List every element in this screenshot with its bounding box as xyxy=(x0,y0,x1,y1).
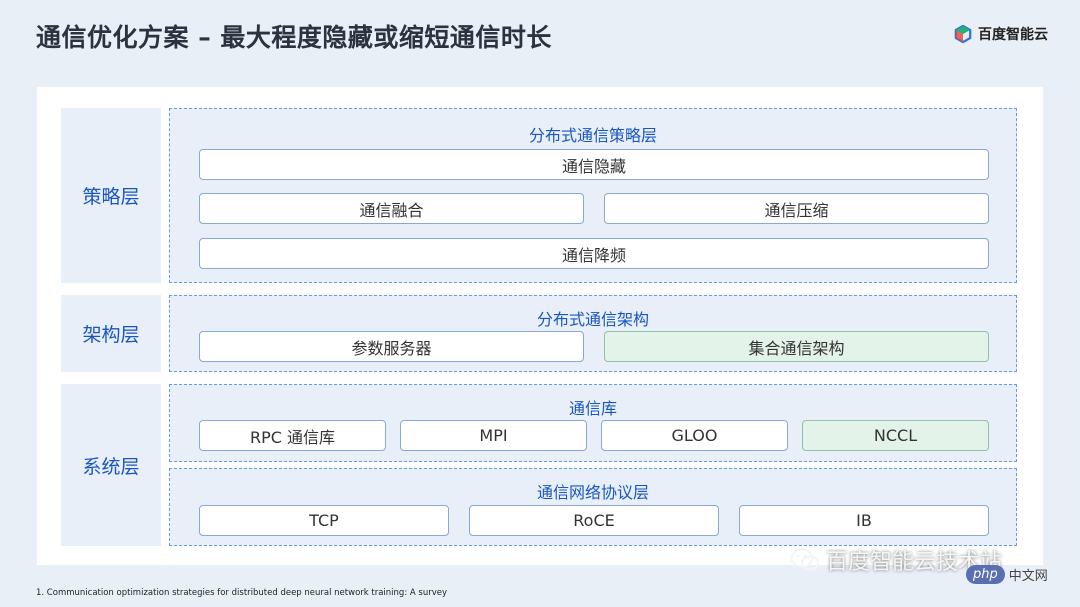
box-comm-fusion: 通信融合 xyxy=(199,193,584,224)
strategy-group-title: 分布式通信策略层 xyxy=(528,126,657,145)
php-badge: php 中文网 xyxy=(966,565,1048,584)
box-comm-hiding: 通信隐藏 xyxy=(199,149,989,180)
network-protocol-title: 通信网络协议层 xyxy=(536,483,649,502)
layer-label-architecture: 架构层 xyxy=(61,295,161,372)
architecture-diagram: 策略层 分布式通信策略层 通信隐藏 通信融合 通信压缩 通信降频 架构层 分布式… xyxy=(37,87,1043,565)
brand-name: 百度智能云 xyxy=(978,27,1048,43)
wechat-icon xyxy=(790,548,819,571)
brand-logo: 百度智能云 xyxy=(954,24,1048,44)
box-ib: IB xyxy=(739,505,989,536)
box-rpc: RPC 通信库 xyxy=(199,420,386,451)
box-nccl: NCCL xyxy=(802,420,989,451)
comm-library-group: 通信库 RPC 通信库 MPI GLOO NCCL xyxy=(169,384,1017,462)
box-roce: RoCE xyxy=(469,505,719,536)
box-comm-frequency-reduction: 通信降频 xyxy=(199,238,989,269)
cloud-cube-icon xyxy=(954,25,972,43)
layer-label-system: 系统层 xyxy=(61,384,161,546)
slide-title: 通信优化方案 – 最大程度隐藏或缩短通信时长 xyxy=(36,23,552,52)
architecture-group: 分布式通信架构 参数服务器 集合通信架构 xyxy=(169,295,1017,372)
box-collective-comm: 集合通信架构 xyxy=(604,331,989,362)
comm-library-title: 通信库 xyxy=(568,399,617,418)
box-mpi: MPI xyxy=(400,420,587,451)
php-logo: php xyxy=(966,565,1005,584)
box-gloo: GLOO xyxy=(601,420,788,451)
footnote: 1. Communication optimization strategies… xyxy=(36,588,448,598)
box-parameter-server: 参数服务器 xyxy=(199,331,584,362)
php-suffix: 中文网 xyxy=(1008,569,1048,584)
box-tcp: TCP xyxy=(199,505,449,536)
layer-label-strategy: 策略层 xyxy=(61,108,161,283)
network-protocol-group: 通信网络协议层 TCP RoCE IB xyxy=(169,468,1017,546)
strategy-group: 分布式通信策略层 通信隐藏 通信融合 通信压缩 通信降频 xyxy=(169,108,1017,283)
box-comm-compression: 通信压缩 xyxy=(604,193,989,224)
architecture-group-title: 分布式通信架构 xyxy=(536,310,649,329)
